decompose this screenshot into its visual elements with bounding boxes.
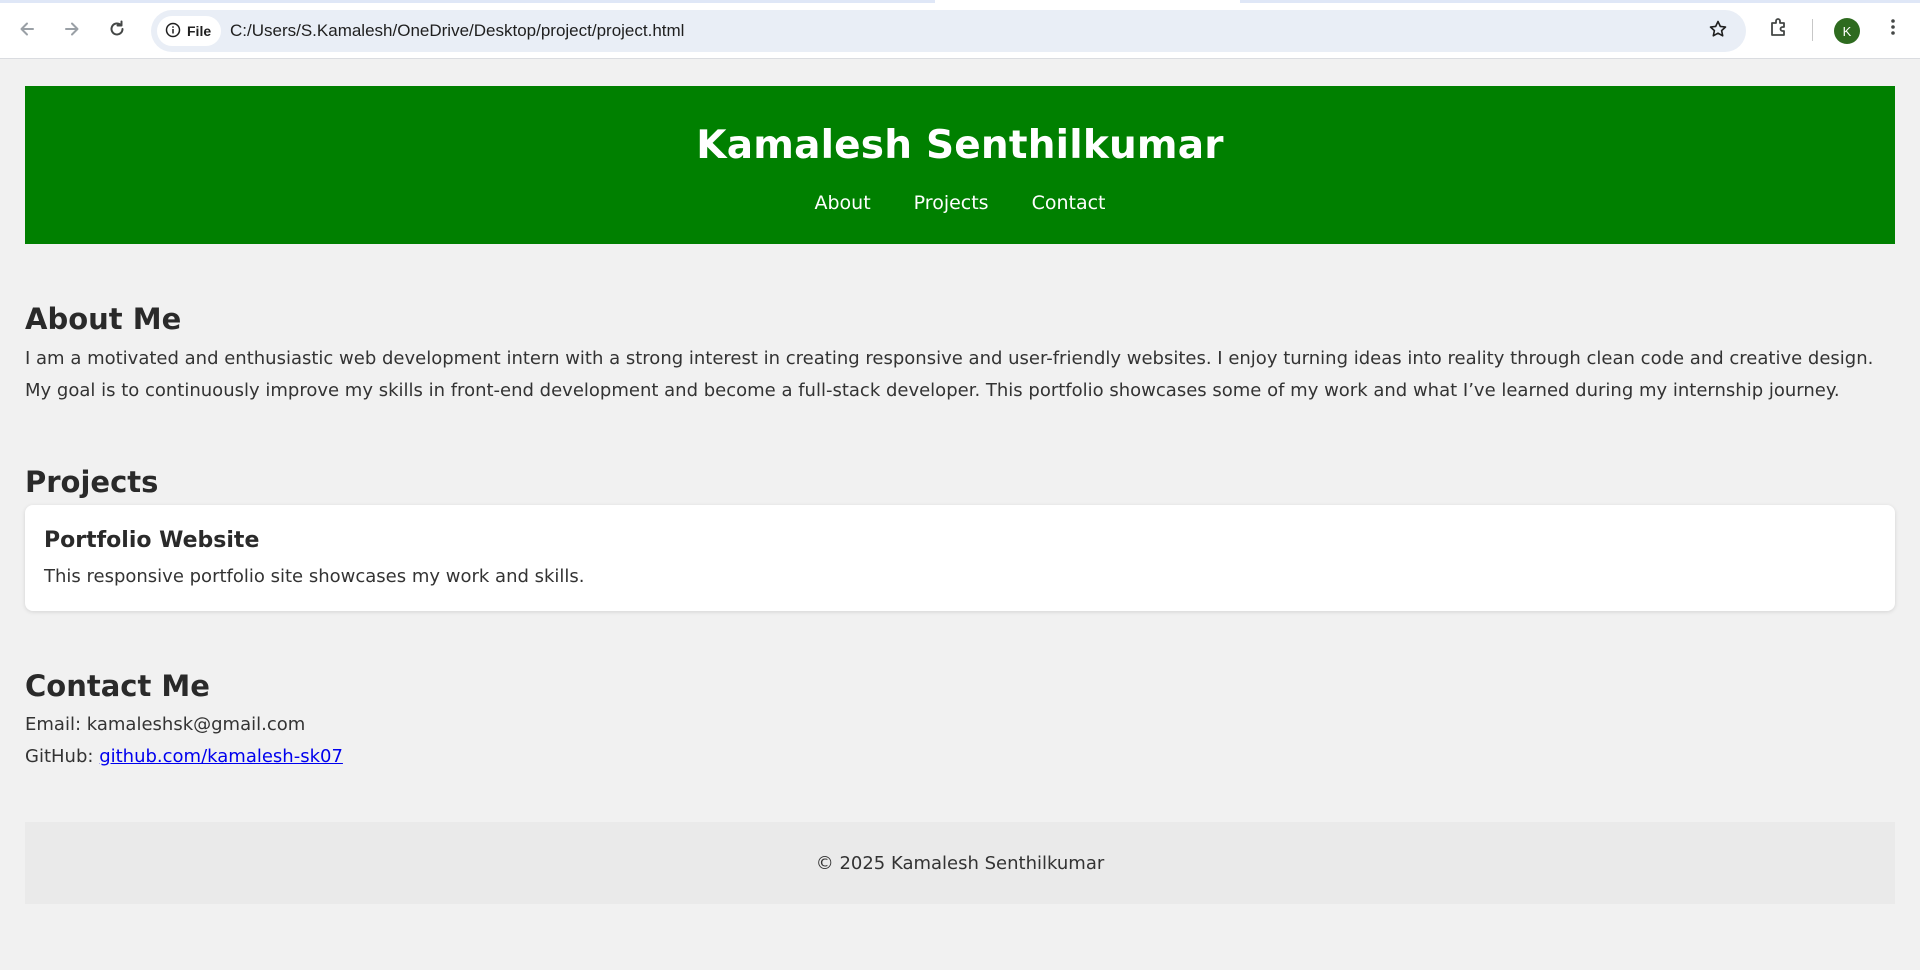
reload-button[interactable]	[102, 14, 132, 44]
nav-link-about[interactable]: About	[814, 191, 870, 215]
contact-email: Email: kamaleshsk@gmail.com	[25, 713, 305, 737]
toolbar-divider	[1812, 19, 1813, 41]
back-button[interactable]	[12, 14, 42, 44]
info-icon	[165, 22, 181, 41]
site-nav: About Projects Contact	[25, 191, 1895, 215]
profile-avatar[interactable]: K	[1834, 18, 1860, 44]
site-title: Kamalesh Senthilkumar	[696, 123, 1224, 168]
url-text[interactable]: C:/Users/S.Kamalesh/OneDrive/Desktop/pro…	[230, 21, 684, 41]
page-content: Kamalesh Senthilkumar About Projects Con…	[0, 60, 1920, 970]
tab-strip-edge	[0, 0, 1920, 3]
site-header: Kamalesh Senthilkumar About Projects Con…	[25, 86, 1895, 244]
browser-toolbar: File C:/Users/S.Kamalesh/OneDrive/Deskto…	[0, 0, 1920, 59]
email-label: Email:	[25, 714, 82, 735]
forward-arrow-icon	[62, 19, 82, 39]
forward-button[interactable]	[57, 14, 87, 44]
github-label: GitHub:	[25, 746, 94, 767]
site-footer: © 2025 Kamalesh Senthilkumar	[25, 822, 1895, 904]
contact-github: GitHub: github.com/kamalesh-sk07	[25, 745, 343, 769]
browser-menu-button[interactable]	[1880, 16, 1906, 42]
email-value: kamaleshsk@gmail.com	[86, 714, 306, 735]
about-text: I am a motivated and enthusiastic web de…	[25, 348, 1874, 401]
project-description: This responsive portfolio site showcases…	[44, 566, 585, 587]
nav-link-contact[interactable]: Contact	[1032, 191, 1106, 215]
site-info-label: File	[187, 23, 212, 39]
about-heading: About Me	[25, 302, 182, 336]
reload-icon	[107, 19, 127, 39]
address-bar[interactable]: File C:/Users/S.Kamalesh/OneDrive/Deskto…	[151, 10, 1746, 52]
back-arrow-icon	[17, 19, 37, 39]
site-info-chip[interactable]: File	[157, 16, 222, 46]
nav-link-projects[interactable]: Projects	[914, 191, 989, 215]
project-card: Portfolio Website This responsive portfo…	[25, 505, 1895, 611]
more-vert-icon	[1883, 17, 1903, 41]
project-title: Portfolio Website	[44, 528, 260, 553]
contact-heading: Contact Me	[25, 669, 210, 703]
github-link[interactable]: github.com/kamalesh-sk07	[99, 746, 343, 767]
star-icon	[1708, 19, 1728, 43]
footer-text: © 2025 Kamalesh Senthilkumar	[815, 852, 1105, 874]
extensions-icon	[1768, 16, 1790, 42]
bookmark-button[interactable]	[1706, 19, 1730, 43]
projects-heading: Projects	[25, 465, 159, 499]
extensions-button[interactable]	[1766, 16, 1792, 42]
